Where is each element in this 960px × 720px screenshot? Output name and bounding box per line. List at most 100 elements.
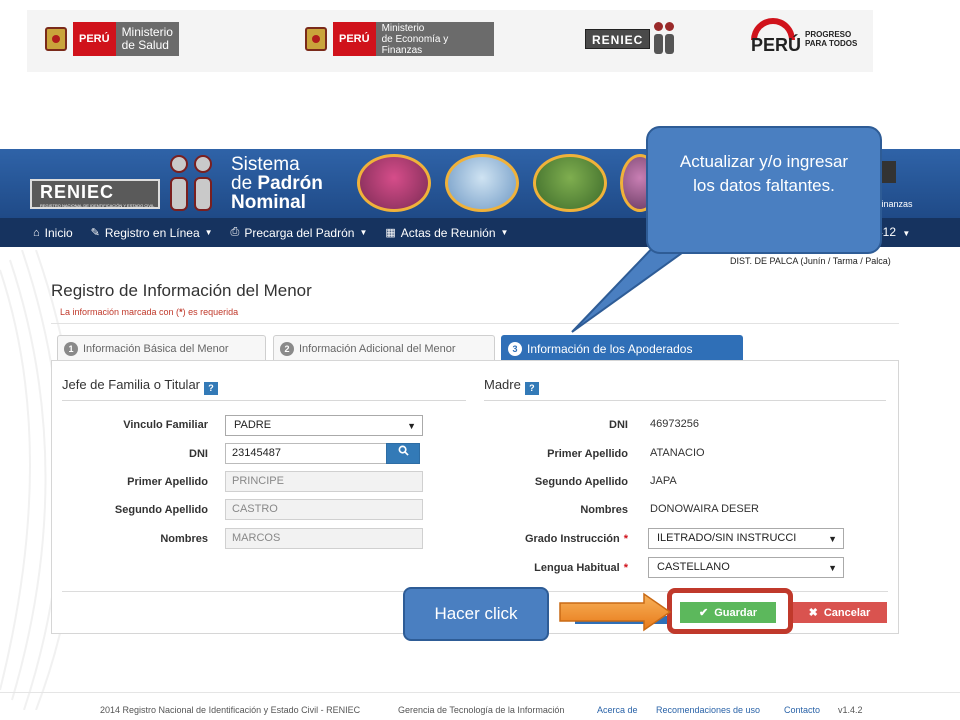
pencil-icon: ✎: [90, 227, 100, 239]
madre-dni-label: DNI: [609, 419, 628, 431]
progreso-text: PROGRESO PARA TODOS: [805, 30, 857, 48]
nav-precarga-padron[interactable]: ⎙ Precarga del Padrón ▼: [231, 226, 368, 240]
required-star: *: [623, 562, 628, 574]
caret-down-icon: ▼: [500, 228, 509, 237]
ministry-name: Ministerio de Economía y Finanzas: [375, 22, 494, 56]
tab-label: Información Adicional del Menor: [299, 342, 456, 355]
banner-title-line2: de Padrón: [231, 174, 323, 193]
jefe-primer-apellido-input: PRINCIPE: [225, 471, 423, 492]
help-icon[interactable]: ?: [524, 382, 539, 395]
home-icon: ⌂: [33, 226, 40, 239]
child-photo-2: [445, 154, 519, 212]
tab-informacion-adicional[interactable]: 2 Información Adicional del Menor: [273, 335, 495, 361]
reniec-logo-text: RENIEC: [585, 29, 651, 49]
banner-title-de: de: [231, 173, 258, 194]
peru-seal-icon: [305, 27, 327, 51]
nav-inicio-label: Inicio: [44, 225, 73, 240]
tab-number: 1: [64, 341, 78, 356]
peru-label: PERÚ: [333, 22, 376, 56]
banner-title-line3: Nominal: [231, 192, 306, 213]
banner-reniec-text: RENIEC: [40, 182, 115, 202]
child-photo-1: [357, 154, 431, 212]
logo-strip: PERÚ Ministerio de Salud PERÚ Ministerio…: [27, 10, 873, 72]
jefe-heading-text: Jefe de Familia o Titular: [62, 377, 201, 392]
grado-instruccion-select[interactable]: ILETRADO/SIN INSTRUCCI ▼: [648, 528, 844, 549]
nav-actas-label: Actas de Reunión: [400, 225, 496, 240]
lengua-habitual-label: Lengua Habitual *: [534, 562, 628, 574]
jefe-primer-apellido-label: Primer Apellido: [127, 476, 208, 488]
grado-instruccion-label-text: Grado Instrucción: [524, 533, 620, 545]
jefe-nombres-input: MARCOS: [225, 528, 423, 549]
grado-instruccion-label: Grado Instrucción *: [525, 533, 628, 545]
caret-down-icon: ▼: [204, 228, 213, 237]
progreso-line2: PARA TODOS: [805, 39, 858, 48]
peru-label: PERÚ: [73, 22, 116, 56]
cancelar-label: Cancelar: [823, 606, 871, 619]
caret-down-icon: ▼: [407, 421, 416, 431]
madre-nombres-value: DONOWAIRA DESER: [650, 503, 759, 515]
vinculo-familiar-value: PADRE: [234, 419, 272, 431]
page-footer: 2014 Registro Nacional de Identificación…: [0, 692, 960, 720]
reniec-figure-icon: [652, 22, 678, 56]
jefe-section-divider: [62, 400, 466, 401]
footer-contacto-link[interactable]: Contacto: [784, 705, 820, 715]
lengua-habitual-value: CASTELLANO: [657, 561, 730, 573]
title-divider: [51, 323, 899, 324]
banner-reniec-subtitle: REGISTRO NACIONAL DE IDENTIFICACIÓN Y ES…: [40, 203, 155, 208]
tab-number: 3: [508, 341, 522, 356]
jefe-nombres-label: Nombres: [160, 533, 208, 545]
footer-acerca-link[interactable]: Acerca de: [597, 705, 638, 715]
peru-arc-icon: PERÚ: [751, 18, 802, 56]
cancelar-button[interactable]: ✖ Cancelar: [792, 602, 887, 623]
madre-segundo-apellido-value: JAPA: [650, 475, 677, 487]
lengua-habitual-select[interactable]: CASTELLANO ▼: [648, 557, 844, 578]
footer-gerencia: Gerencia de Tecnología de la Información: [398, 705, 565, 715]
required-star: *: [623, 533, 628, 545]
caret-down-icon: ▼: [828, 534, 837, 544]
banner-reniec-logo: RENIEC REGISTRO NACIONAL DE IDENTIFICACI…: [30, 179, 160, 209]
search-icon: [398, 445, 409, 456]
madre-primer-apellido-label: Primer Apellido: [547, 448, 628, 460]
banner-title-padron: Padrón: [257, 173, 323, 194]
madre-nombres-label: Nombres: [580, 504, 628, 516]
vinculo-familiar-select[interactable]: PADRE ▼: [225, 415, 423, 436]
print-icon: ⎙: [230, 226, 240, 238]
footer-recomendaciones-link[interactable]: Recomendaciones de uso: [656, 705, 760, 715]
banner-title-line1: Sistema: [231, 154, 300, 175]
ministerio-salud-logo: PERÚ Ministerio de Salud: [45, 22, 179, 56]
madre-section-heading: Madre?: [484, 377, 539, 395]
required-note-b: ) es requerida: [182, 307, 239, 317]
jefe-dni-input[interactable]: 23145487: [225, 443, 387, 464]
page-title: Registro de Información del Menor: [51, 281, 312, 300]
nav-actas-reunion[interactable]: ▦ Actas de Reunión ▼: [385, 226, 508, 240]
tab-number: 2: [280, 341, 294, 356]
progreso-line1: PROGRESO: [805, 30, 852, 39]
nav-precarga-label: Precarga del Padrón: [244, 225, 355, 240]
tab-label: Información Básica del Menor: [83, 342, 229, 355]
nav-registro-en-linea[interactable]: ✎ Registro en Línea ▼: [91, 226, 213, 240]
peru-logo-text: PERÚ: [751, 35, 802, 55]
jefe-dni-label: DNI: [189, 448, 208, 460]
tab-label: Información de los Apoderados: [527, 341, 693, 356]
ministry-line2: de Economía y Finanzas: [381, 33, 449, 56]
footer-copyright: 2014 Registro Nacional de Identificación…: [100, 705, 361, 715]
dni-search-button[interactable]: [386, 443, 420, 464]
madre-dni-value: 46973256: [650, 418, 699, 430]
arrow-right-icon: [559, 592, 672, 632]
caret-down-icon: ▼: [359, 228, 368, 237]
footer-version: v1.4.2: [838, 705, 863, 715]
peru-seal-icon: [45, 27, 67, 51]
ministry-name: Ministerio de Salud: [115, 22, 179, 56]
close-icon: ✖: [808, 607, 818, 619]
callout-actualizar: Actualizar y/o ingresar los datos faltan…: [646, 126, 882, 254]
guardar-highlight-box: [667, 588, 793, 634]
vinculo-familiar-label: Vinculo Familiar: [123, 419, 208, 431]
caret-down-icon: ▼: [828, 563, 837, 573]
tab-informacion-basica[interactable]: 1 Información Básica del Menor: [57, 335, 266, 361]
nav-inicio[interactable]: ⌂ Inicio: [33, 226, 73, 240]
child-photo-3: [533, 154, 607, 212]
help-icon[interactable]: ?: [204, 382, 219, 395]
grado-instruccion-value: ILETRADO/SIN INSTRUCCI: [657, 532, 797, 544]
reniec-logo: RENIEC: [585, 22, 678, 56]
jefe-segundo-apellido-label: Segundo Apellido: [114, 504, 208, 516]
